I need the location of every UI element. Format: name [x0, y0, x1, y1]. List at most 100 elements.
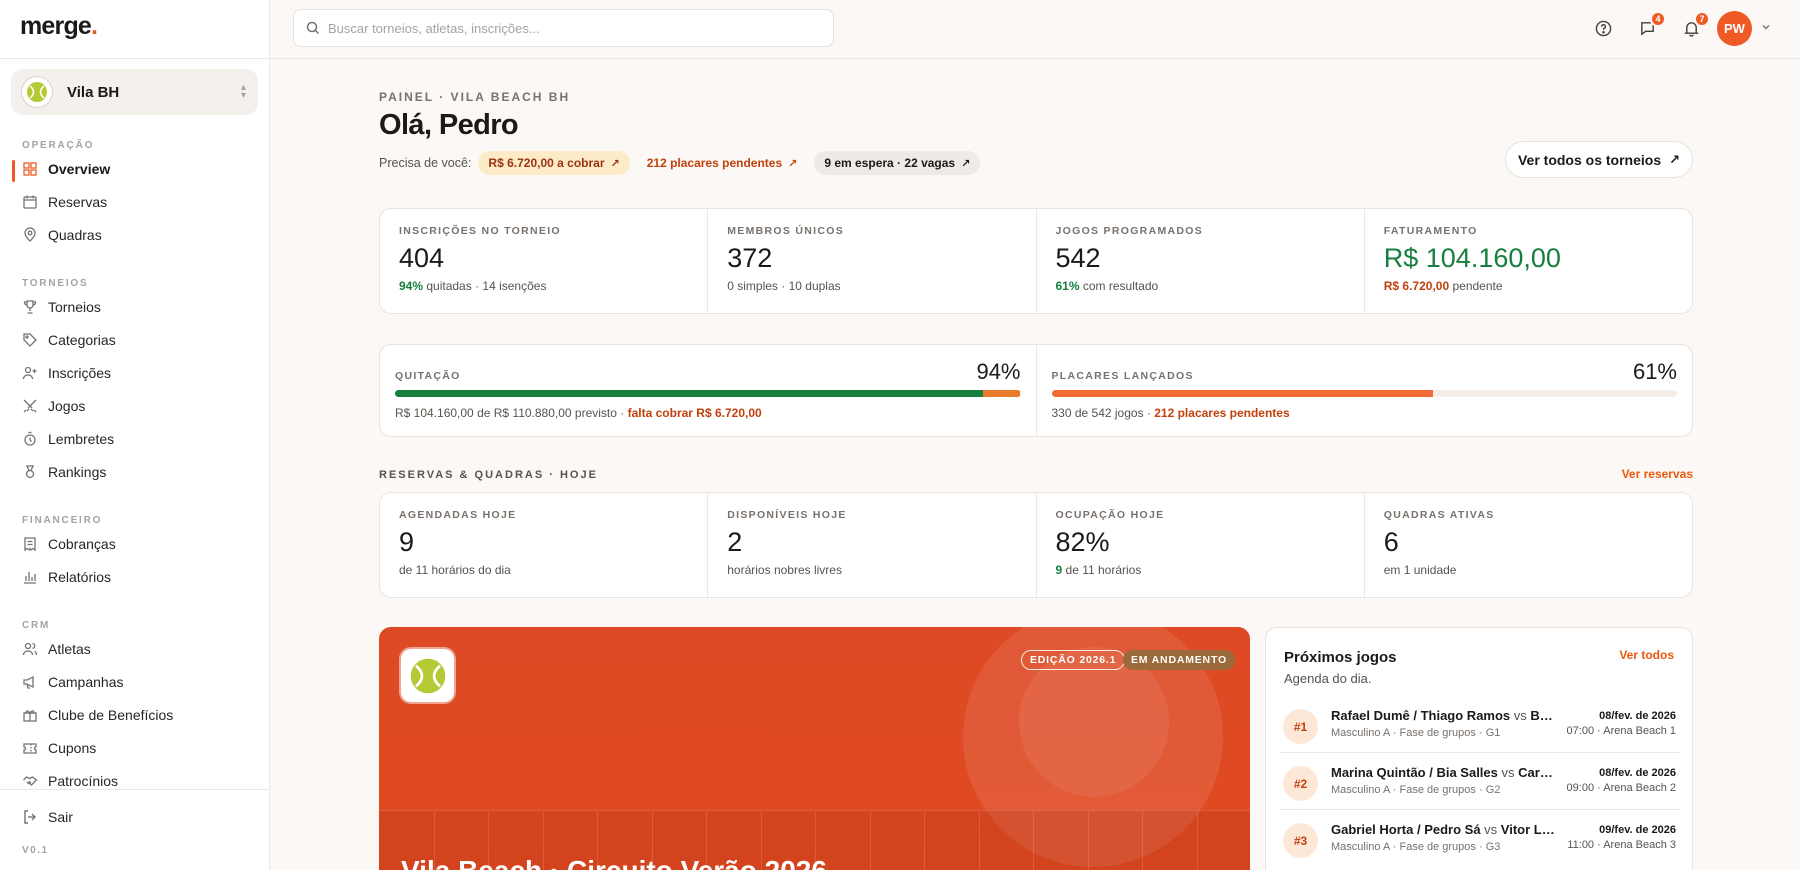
sidebar-item-inscricoes[interactable]: Inscrições: [22, 361, 252, 385]
sidebar-item-torneios[interactable]: Torneios: [22, 295, 252, 319]
game-time: 07:00 · Arena Beach 1: [1566, 725, 1676, 737]
active-indicator: [12, 160, 15, 182]
sidebar-item-categorias[interactable]: Categorias: [22, 328, 252, 352]
sidebar-item-relatorios[interactable]: Relatórios: [22, 565, 252, 589]
sidebar-item-label: Cupons: [48, 740, 97, 756]
search-input[interactable]: [328, 20, 821, 36]
sidebar-item-atletas[interactable]: Atletas: [22, 637, 252, 661]
arrow-up-right-icon: ↗: [610, 157, 620, 170]
sidebar-item-label: Patrocínios: [48, 773, 119, 789]
tournament-stat: MEMBROS ÚNICOS 372 0 simples · 10 duplas: [708, 209, 1037, 313]
grid-line: [978, 811, 980, 870]
stat-value: 9: [399, 527, 415, 557]
grid-line: [1142, 811, 1143, 870]
edition-badge: EDIÇÃO 2026.1: [1021, 650, 1126, 670]
sidebar-item-label: Inscrições: [48, 365, 112, 381]
help-icon[interactable]: [1592, 17, 1614, 39]
chevron-down-icon[interactable]: [1760, 20, 1772, 38]
notifications-badge: 7: [1694, 11, 1710, 27]
stat-label: DISPONÍVEIS HOJE: [727, 509, 847, 521]
sidebar-item-label: Jogos: [48, 398, 86, 414]
game-meta: Masculino A · Fase de grupos · G3: [1331, 841, 1501, 853]
sidebar-item-cobrancas[interactable]: Cobranças: [22, 532, 252, 556]
sidebar-item-lembretes[interactable]: Lembretes: [22, 427, 252, 451]
view-all-games-link[interactable]: Ver todos: [1619, 648, 1674, 662]
reservation-stat: QUADRAS ATIVAS 6 em 1 unidade: [1365, 493, 1692, 597]
sidebar-item-clube-de-beneficios[interactable]: Clube de Benefícios: [22, 703, 252, 727]
bar-chart-icon: [22, 569, 38, 585]
progress-card: QUITAÇÃO 94% R$ 104.160,00 de R$ 110.880…: [379, 344, 1693, 437]
upcoming-games-subtitle: Agenda do dia.: [1284, 671, 1372, 686]
logout-icon: [22, 809, 38, 825]
sidebar-item-label: Torneios: [48, 299, 101, 315]
arrow-up-right-icon: ↗: [788, 157, 798, 170]
ticket-icon: [22, 740, 38, 756]
sidebar-item-label: Lembretes: [48, 431, 115, 447]
app-logo[interactable]: merge.: [20, 12, 98, 41]
tournament-hero-card[interactable]: EDIÇÃO 2026.1 EM ANDAMENTO Vila Beach · …: [379, 627, 1250, 870]
org-switcher[interactable]: Vila BH ▴ ▾: [11, 69, 258, 115]
tournament-logo: [401, 649, 454, 702]
sidebar-item-reservas[interactable]: Reservas: [22, 190, 252, 214]
nav-section-title: FINANCEIRO: [22, 515, 103, 526]
scores-progress-label: PLACARES LANÇADOS: [1051, 370, 1194, 382]
upcoming-games-card: Próximos jogos Agenda do dia. Ver todos …: [1265, 627, 1693, 870]
divider: [0, 58, 269, 59]
game-meta: Masculino A · Fase de grupos · G1: [1331, 727, 1501, 739]
stat-value: 2: [727, 527, 743, 557]
sidebar-item-campanhas[interactable]: Campanhas: [22, 670, 252, 694]
sidebar-item-cupons[interactable]: Cupons: [22, 736, 252, 760]
user-plus-icon: [22, 365, 38, 381]
sidebar-item-label: Quadras: [48, 227, 102, 243]
chip-to-collect[interactable]: R$ 6.720,00 a cobrar ↗: [478, 151, 630, 175]
sidebar-item-label: Overview: [48, 161, 111, 177]
stat-subtext: de 11 horários do dia: [399, 563, 511, 577]
user-avatar[interactable]: PW: [1717, 11, 1752, 46]
megaphone-icon: [22, 674, 38, 690]
stat-value: R$ 104.160,00: [1383, 243, 1561, 273]
sidebar-item-jogos[interactable]: Jogos: [22, 394, 252, 418]
game-row[interactable]: #2 Marina Quintão / Bia Salles vs Carolin…: [1280, 753, 1680, 810]
game-row[interactable]: #3 Gabriel Horta / Pedro Sá vs Vitor Lane…: [1280, 810, 1680, 867]
game-date: 08/fev. de 2026: [1599, 767, 1676, 779]
tournament-title: Vila Beach · Circuito Verão 2026: [401, 855, 827, 870]
pending-fill: [982, 390, 1021, 397]
grid-line: [1196, 811, 1198, 870]
search-box[interactable]: [293, 9, 834, 47]
view-all-tournaments-button[interactable]: Ver todos os torneios ↗: [1505, 141, 1693, 178]
map-pin-icon: [22, 227, 38, 243]
scores-progress-bar: [1051, 390, 1677, 397]
sidebar-item-overview[interactable]: Overview: [22, 157, 252, 181]
handshake-icon: [22, 773, 38, 789]
calendar-icon: [22, 194, 38, 210]
sidebar-item-rankings[interactable]: Rankings: [22, 460, 252, 484]
game-number: #1: [1283, 709, 1318, 744]
users-icon: [22, 641, 38, 657]
stat-label: INSCRIÇÕES NO TORNEIO: [399, 225, 561, 237]
sidebar: merge. Vila BH ▴ ▾ OPERAÇÃO Overview Reserv…: [0, 0, 270, 870]
messages-button[interactable]: 4: [1636, 11, 1666, 39]
chip-pending-scores[interactable]: 212 placares pendentes ↗: [637, 151, 808, 175]
timer-icon: [22, 431, 38, 447]
sidebar-item-label: Campanhas: [48, 674, 124, 690]
logout-button[interactable]: Sair: [22, 805, 252, 829]
sidebar-item-label: Relatórios: [48, 569, 112, 585]
sidebar-item-label: Rankings: [48, 464, 107, 480]
view-reservations-link[interactable]: Ver reservas: [1622, 467, 1693, 481]
game-time: 11:00 · Arena Beach 3: [1567, 839, 1676, 851]
status-badge: EM ANDAMENTO: [1123, 650, 1235, 670]
stat-label: QUADRAS ATIVAS: [1383, 509, 1495, 521]
game-players: Marina Quintão / Bia Salles vs Carolina …: [1331, 765, 1556, 780]
game-row[interactable]: #1 Rafael Dumê / Thiago Ramos vs Bruno Ca…: [1280, 696, 1680, 753]
tennis-ball-icon: [410, 658, 445, 693]
notifications-button[interactable]: 7: [1680, 11, 1710, 39]
sidebar-item-quadras[interactable]: Quadras: [22, 223, 252, 247]
tournament-stat: INSCRIÇÕES NO TORNEIO 404 94% quitadas · 1…: [380, 209, 709, 313]
chip-waitlist[interactable]: 9 em espera · 22 vagas ↗: [814, 151, 981, 175]
sidebar-item-label: Atletas: [48, 641, 91, 657]
grid-line: [1033, 811, 1034, 870]
stat-label: AGENDADAS HOJE: [399, 509, 517, 521]
tournament-stat: JOGOS PROGRAMADOS 542 61% com resultado: [1037, 209, 1365, 313]
reservation-stat: OCUPAÇÃO HOJE 82% 9 de 11 horários: [1037, 493, 1365, 597]
org-name: Vila BH: [67, 83, 120, 101]
